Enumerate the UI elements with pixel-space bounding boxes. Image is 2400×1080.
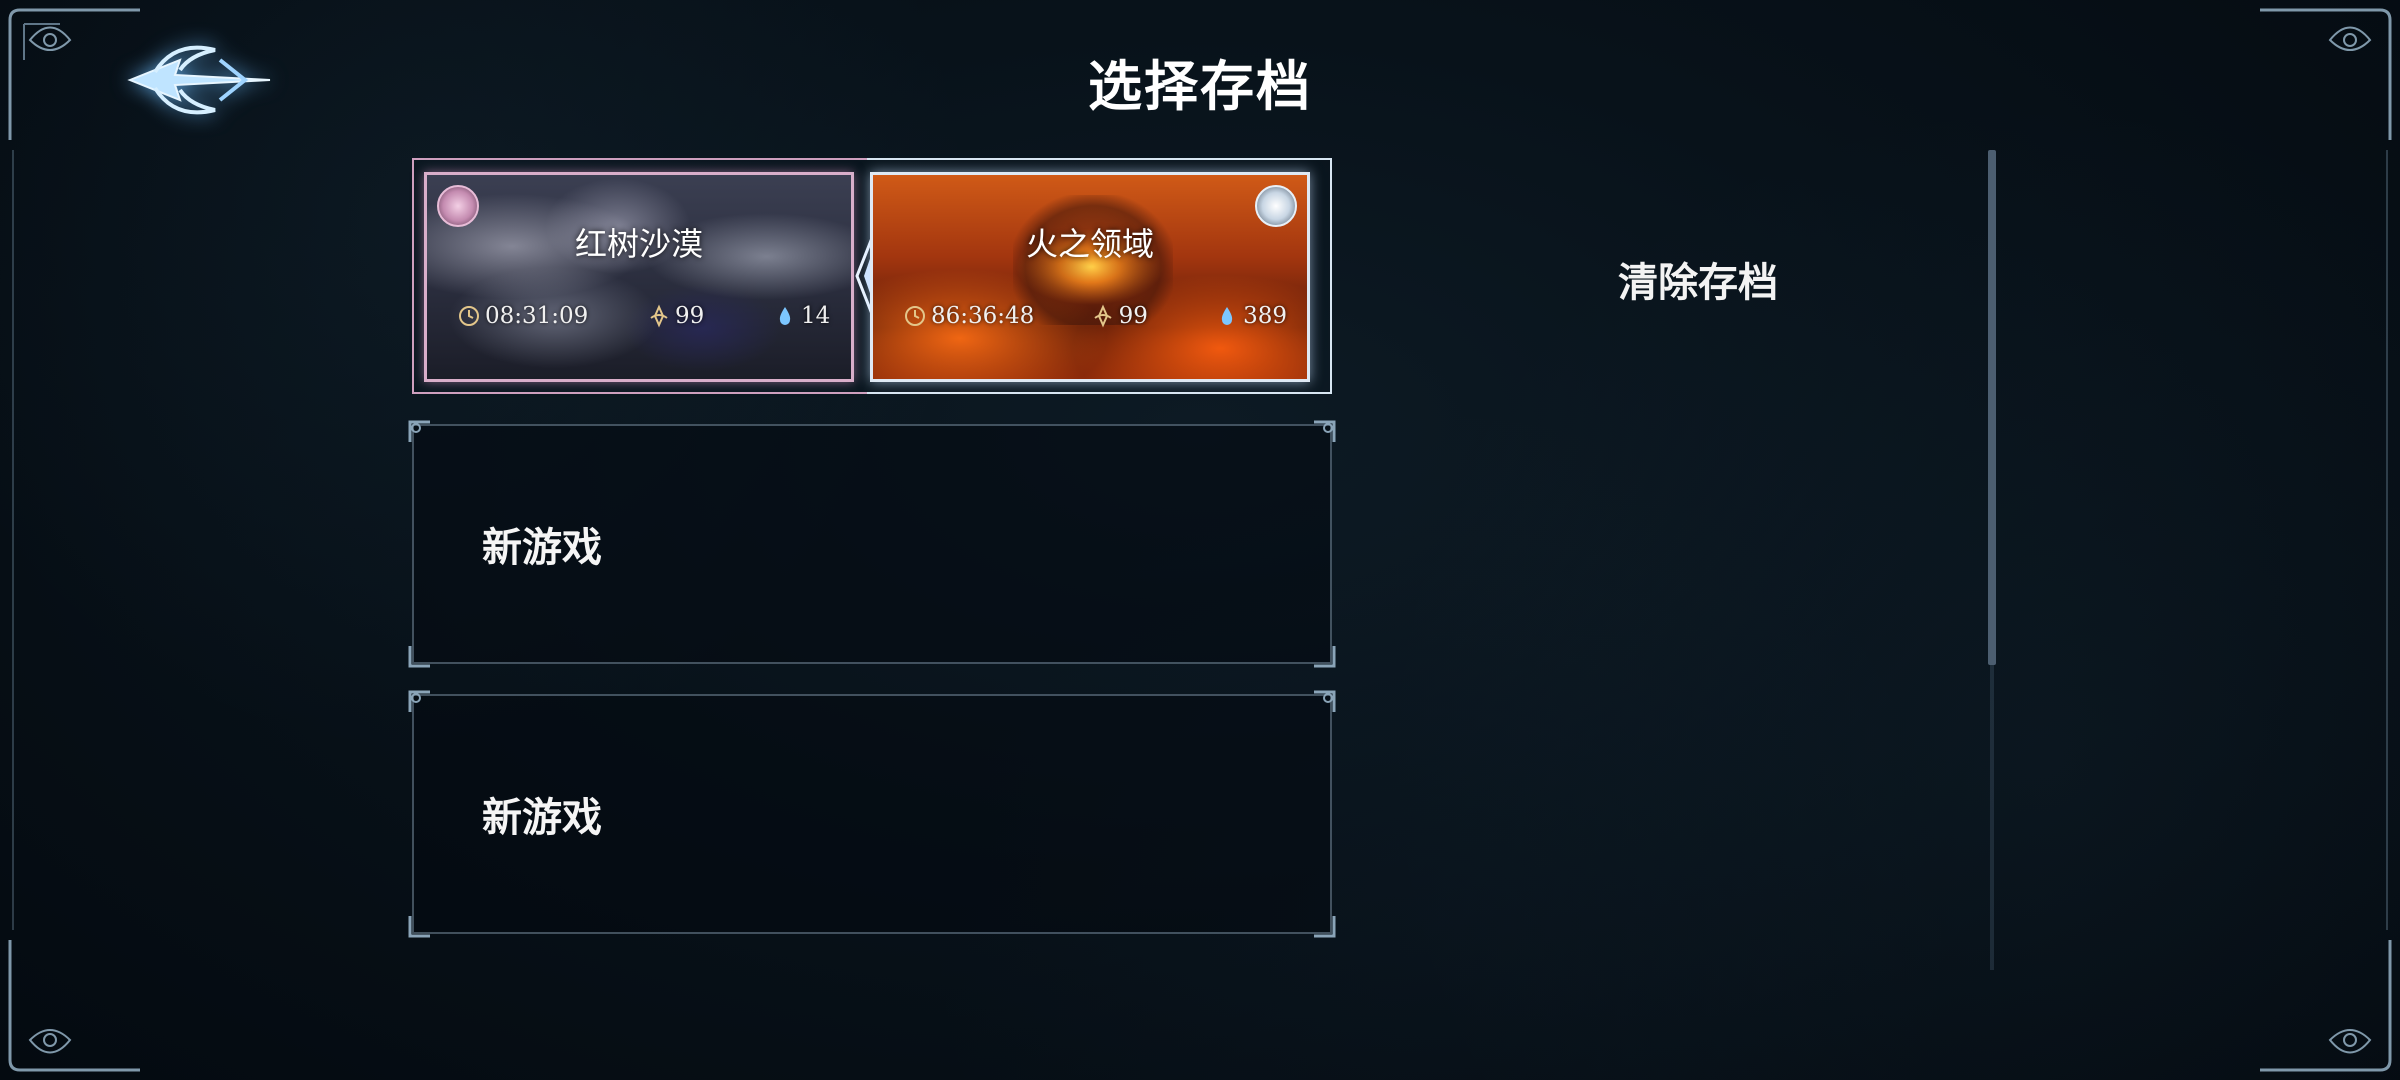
clear-save-button[interactable]: 清除存档 [1618, 250, 1778, 308]
save-slot-left-character[interactable]: 红树沙漠 08:31:09 99 14 [424, 172, 854, 382]
slot-corner-ornament [406, 642, 434, 670]
slot-corner-ornament [1310, 688, 1338, 716]
frame-corner-ornament [2170, 930, 2400, 1080]
clock-icon [903, 304, 927, 328]
save-slot-right-character[interactable]: 火之领域 86:36:48 99 389 [870, 172, 1310, 382]
slot-corner-ornament [406, 418, 434, 446]
page-title: 选择存档 [1088, 54, 1312, 118]
save-slot-2[interactable]: 新游戏 [408, 420, 1336, 668]
level-icon [647, 304, 671, 328]
water-drop-icon [773, 304, 797, 328]
slot-corner-ornament [1310, 418, 1338, 446]
level-value: 99 [675, 303, 705, 329]
frame-edge [2386, 150, 2388, 930]
playtime: 08:31:09 [485, 303, 589, 329]
slot-corner-ornament [1310, 912, 1338, 940]
water-drop-icon [1215, 304, 1239, 328]
new-game-label: 新游戏 [482, 794, 602, 841]
zone-name: 火之领域 [1025, 225, 1154, 263]
save-stats: 08:31:09 99 14 [457, 303, 831, 329]
playtime: 86:36:48 [931, 303, 1035, 329]
slot-corner-ornament [406, 912, 434, 940]
save-slot-list: 红树沙漠 08:31:09 99 14 火之领域 86:36:48 99 389… [408, 158, 1336, 964]
clock-icon [457, 304, 481, 328]
save-slot-3[interactable]: 新游戏 [408, 690, 1336, 938]
gem-count: 14 [801, 303, 831, 329]
slot-corner-ornament [406, 688, 434, 716]
gem-count: 389 [1243, 303, 1287, 329]
scrollbar-thumb[interactable] [1988, 150, 1996, 665]
slot-corner-ornament [1310, 642, 1338, 670]
level-icon [1091, 304, 1115, 328]
save-stats: 86:36:48 99 389 [903, 303, 1287, 329]
zone-name: 红树沙漠 [574, 225, 703, 263]
new-game-label: 新游戏 [482, 524, 602, 571]
save-slot-1[interactable]: 红树沙漠 08:31:09 99 14 火之领域 86:36:48 99 389 [412, 158, 1332, 394]
frame-edge [12, 150, 14, 930]
level-value: 99 [1118, 303, 1148, 329]
frame-corner-ornament [0, 930, 230, 1080]
